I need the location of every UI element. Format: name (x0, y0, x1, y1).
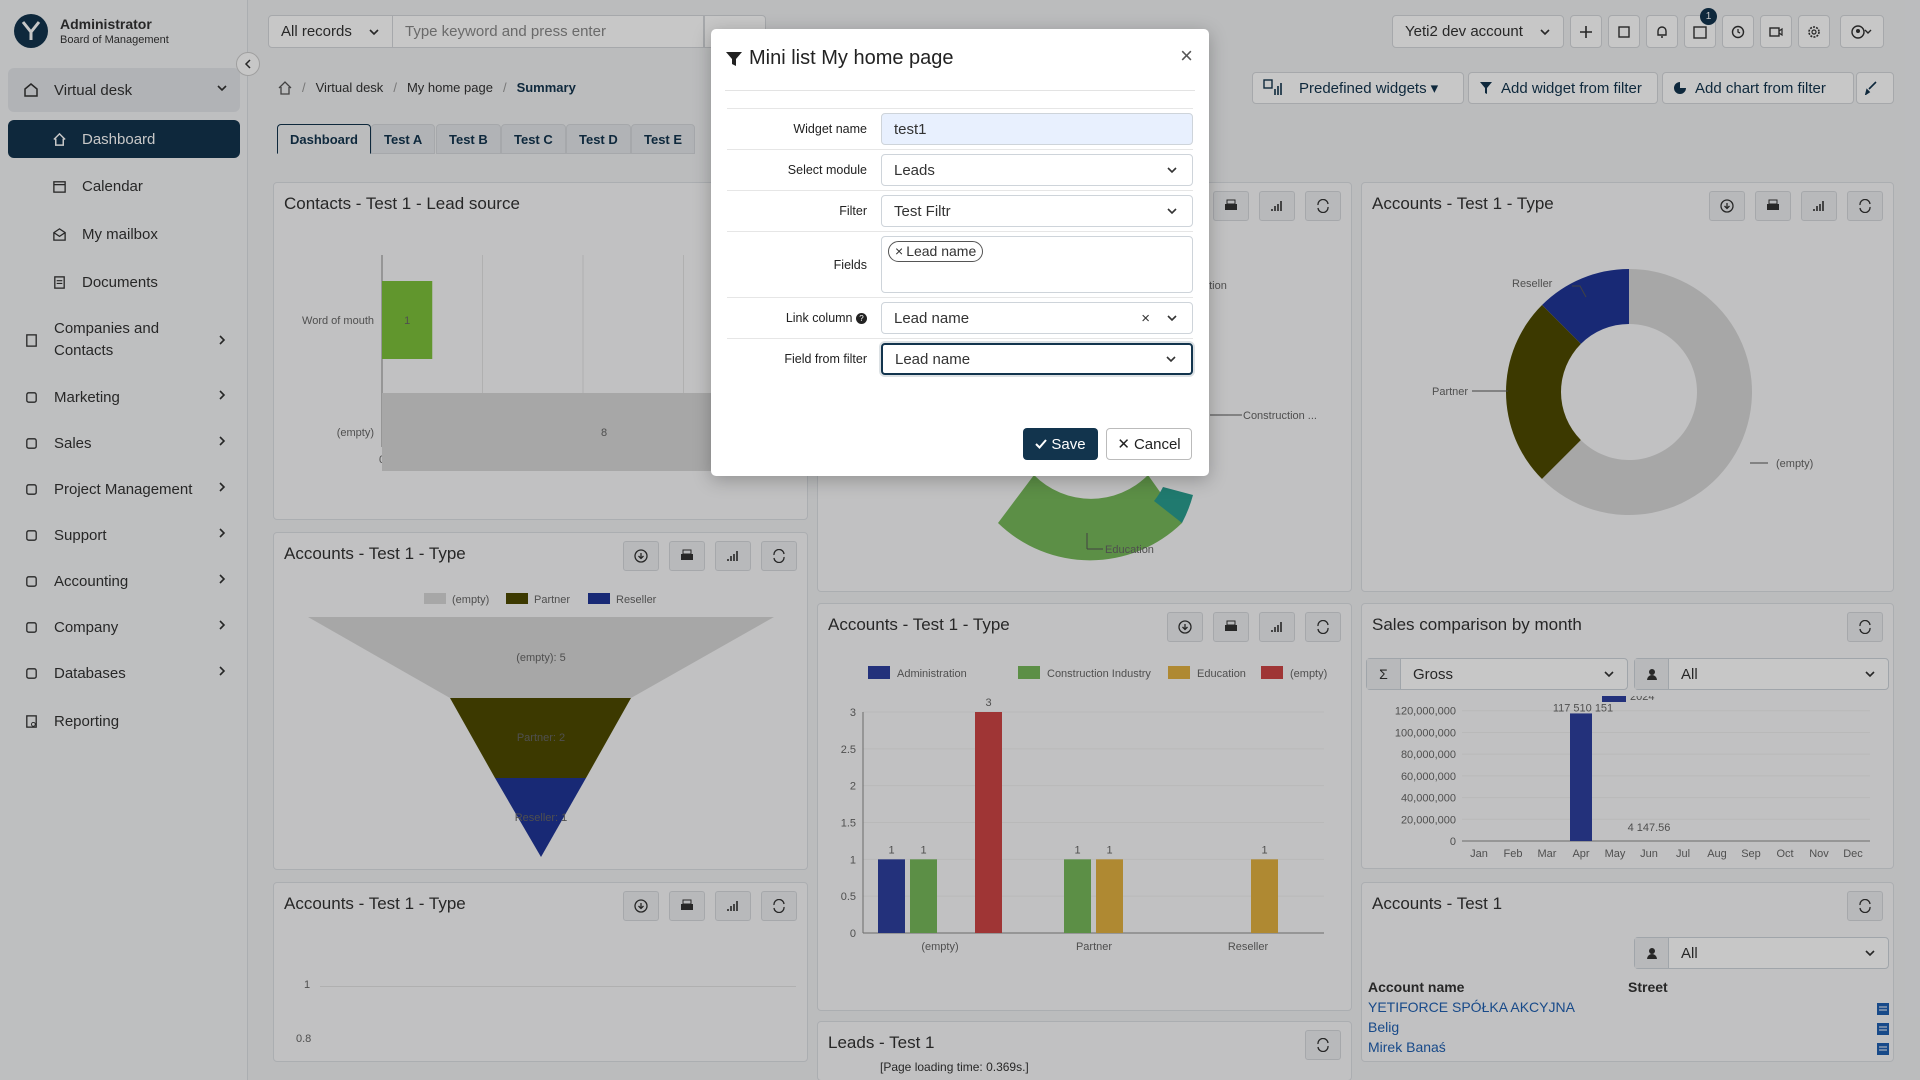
field-row-widget-name: Widget name test1 (727, 108, 1193, 149)
module-value: Leads (894, 161, 935, 179)
field-tag-label: Lead name (906, 243, 977, 259)
field-from-filter-select[interactable]: Lead name (881, 343, 1193, 375)
widget-name-value: test1 (894, 120, 927, 138)
field-label: Fields (833, 257, 867, 272)
chevron-down-icon (1165, 353, 1177, 365)
field-tag[interactable]: × Lead name (888, 241, 984, 262)
field-row-field-from-filter: Field from filter Lead name (727, 338, 1193, 379)
field-label: Select module (787, 163, 867, 177)
field-label: Widget name (793, 122, 867, 136)
field-row-fields: Fields × Lead name (727, 231, 1193, 297)
module-select[interactable]: Leads (881, 154, 1193, 186)
field-row-link-column: Link column ? Lead name × (727, 297, 1193, 338)
help-icon[interactable]: ? (856, 313, 867, 325)
field-label-text: Link column (785, 311, 853, 325)
filter-select[interactable]: Test Filtr (881, 195, 1193, 227)
clear-icon[interactable]: × (1141, 310, 1150, 327)
widget-name-input[interactable]: test1 (881, 113, 1193, 145)
chevron-down-icon (1166, 164, 1178, 176)
field-label: Link column ? (727, 311, 867, 325)
cancel-button[interactable]: ✕ Cancel (1106, 428, 1192, 460)
save-label: Save (1051, 435, 1086, 453)
filter-value: Test Filtr (894, 202, 951, 220)
divider (725, 90, 1195, 91)
modal-title-text: Mini list My home page (749, 47, 954, 69)
close-icon[interactable]: × (1180, 43, 1193, 69)
mini-list-modal: Mini list My home page × Widget name tes… (711, 29, 1209, 476)
link-column-value: Lead name (894, 309, 970, 327)
field-row-module: Select module Leads (727, 149, 1193, 190)
field-label: Filter (839, 204, 867, 218)
save-button[interactable]: Save (1023, 428, 1098, 460)
field-from-filter-value: Lead name (895, 350, 971, 368)
cancel-label: Cancel (1133, 435, 1181, 453)
check-icon (1035, 438, 1048, 450)
fields-multiselect[interactable]: × Lead name (881, 236, 1193, 293)
link-column-select[interactable]: Lead name × (881, 302, 1193, 334)
remove-tag-icon[interactable]: × (895, 243, 903, 259)
field-row-filter: Filter Test Filtr (727, 190, 1193, 231)
close-icon: ✕ (1117, 436, 1130, 453)
filter-icon (725, 50, 743, 68)
chevron-down-icon (1166, 205, 1178, 217)
field-label: Field from filter (784, 352, 867, 366)
modal-title: Mini list My home page (725, 47, 954, 70)
chevron-down-icon (1166, 312, 1178, 324)
